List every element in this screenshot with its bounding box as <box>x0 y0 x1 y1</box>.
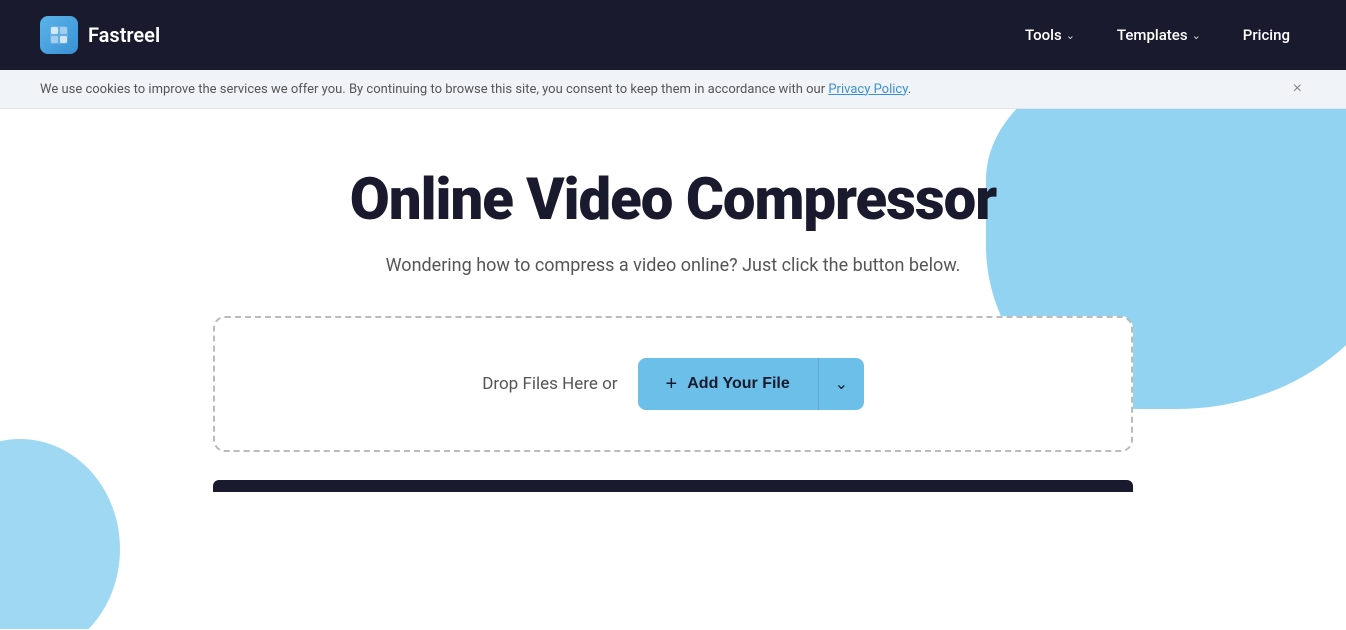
drop-zone-text: Drop Files Here or <box>482 374 617 394</box>
brand-logo-icon <box>40 16 78 54</box>
hero-subtitle: Wondering how to compress a video online… <box>243 255 1103 276</box>
cookie-close-button[interactable]: × <box>1289 80 1306 98</box>
privacy-policy-link[interactable]: Privacy Policy <box>828 82 907 97</box>
brand-name: Fastreel <box>88 23 160 47</box>
chevron-down-icon: ⌄ <box>1192 29 1201 42</box>
plus-icon: + <box>666 374 678 394</box>
chevron-down-icon: ⌄ <box>1066 29 1075 42</box>
add-file-label: Add Your File <box>687 375 790 393</box>
navbar: Fastreel Tools ⌄ Templates ⌄ Pricing <box>0 0 1346 70</box>
hero-section: Online Video Compressor Wondering how to… <box>0 109 1346 629</box>
nav-links: Tools ⌄ Templates ⌄ Pricing <box>1009 18 1306 52</box>
drop-zone[interactable]: Drop Files Here or + Add Your File ⌄ <box>213 316 1133 452</box>
nav-templates-label: Templates <box>1117 26 1188 44</box>
chevron-down-icon: ⌄ <box>835 374 848 394</box>
bottom-bar-decoration <box>213 480 1133 492</box>
add-file-btn-group: + Add Your File ⌄ <box>638 358 864 410</box>
hero-content: Online Video Compressor Wondering how to… <box>223 169 1123 316</box>
nav-item-tools[interactable]: Tools ⌄ <box>1009 18 1091 52</box>
decorative-blob-bottom-left <box>0 439 120 629</box>
add-file-button[interactable]: + Add Your File <box>638 358 818 410</box>
brand-link[interactable]: Fastreel <box>40 16 160 54</box>
nav-item-templates[interactable]: Templates ⌄ <box>1101 18 1217 52</box>
nav-item-pricing[interactable]: Pricing <box>1227 18 1306 52</box>
cookie-banner: We use cookies to improve the services w… <box>0 70 1346 109</box>
add-file-dropdown-button[interactable]: ⌄ <box>818 358 864 410</box>
hero-title: Online Video Compressor <box>243 169 1103 233</box>
nav-pricing-label: Pricing <box>1243 26 1290 44</box>
nav-tools-label: Tools <box>1025 26 1062 44</box>
cookie-text: We use cookies to improve the services w… <box>40 82 911 97</box>
